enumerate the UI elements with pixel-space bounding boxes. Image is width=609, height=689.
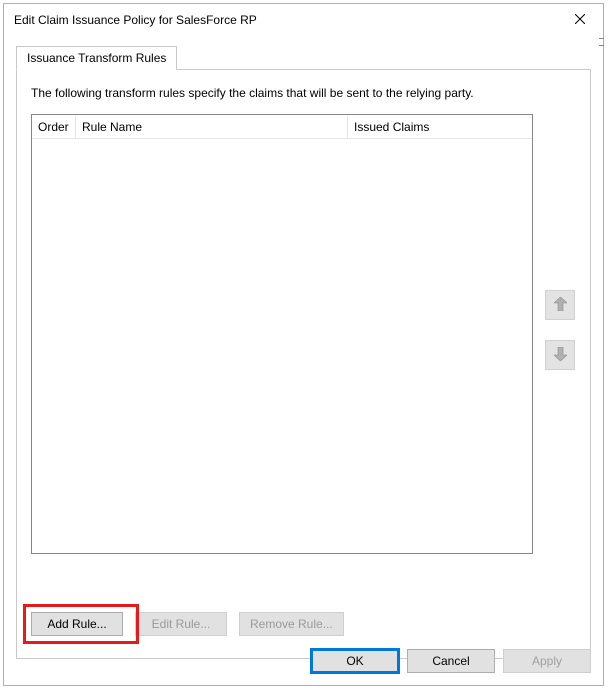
- edit-rule-button[interactable]: Edit Rule...: [135, 612, 227, 636]
- titlebar: Edit Claim Issuance Policy for SalesForc…: [4, 4, 603, 36]
- button-label: OK: [346, 654, 363, 668]
- tab-strip: Issuance Transform Rules: [16, 46, 591, 70]
- rule-button-row: Add Rule... Edit Rule... Remove Rule...: [31, 612, 344, 636]
- column-label: Order: [38, 120, 69, 134]
- dialog-body: Issuance Transform Rules The following t…: [4, 36, 603, 671]
- button-label: Add Rule...: [47, 617, 106, 631]
- dialog-window: Edit Claim Issuance Policy for SalesForc…: [3, 3, 604, 686]
- button-label: Cancel: [432, 654, 469, 668]
- background-fragment: [599, 38, 604, 46]
- column-header-rule-name[interactable]: Rule Name: [76, 115, 348, 138]
- remove-rule-button[interactable]: Remove Rule...: [239, 612, 344, 636]
- reorder-buttons: [545, 290, 575, 390]
- tab-label: Issuance Transform Rules: [27, 51, 166, 65]
- move-up-button[interactable]: [545, 290, 575, 320]
- window-title: Edit Claim Issuance Policy for SalesForc…: [14, 13, 257, 27]
- button-label: Apply: [532, 654, 562, 668]
- ok-button[interactable]: OK: [311, 649, 399, 673]
- move-down-button[interactable]: [545, 340, 575, 370]
- cancel-button[interactable]: Cancel: [407, 649, 495, 673]
- column-label: Rule Name: [82, 120, 142, 134]
- column-label: Issued Claims: [354, 120, 429, 134]
- close-icon: [575, 13, 585, 27]
- rules-listview[interactable]: Order Rule Name Issued Claims: [31, 114, 533, 554]
- column-header-issued-claims[interactable]: Issued Claims: [348, 115, 532, 138]
- tab-issuance-transform-rules[interactable]: Issuance Transform Rules: [16, 46, 177, 70]
- close-button[interactable]: [557, 4, 603, 36]
- tab-panel: The following transform rules specify th…: [16, 69, 591, 659]
- dialog-buttons: OK Cancel Apply: [311, 649, 591, 673]
- column-header-order[interactable]: Order: [32, 115, 76, 138]
- arrow-up-icon: [554, 297, 567, 314]
- apply-button[interactable]: Apply: [503, 649, 591, 673]
- button-label: Edit Rule...: [152, 617, 211, 631]
- intro-text: The following transform rules specify th…: [31, 86, 576, 100]
- add-rule-button[interactable]: Add Rule...: [31, 612, 123, 636]
- listview-header: Order Rule Name Issued Claims: [32, 115, 532, 139]
- button-label: Remove Rule...: [250, 617, 333, 631]
- rules-area: Order Rule Name Issued Claims: [31, 114, 576, 554]
- arrow-down-icon: [554, 347, 567, 364]
